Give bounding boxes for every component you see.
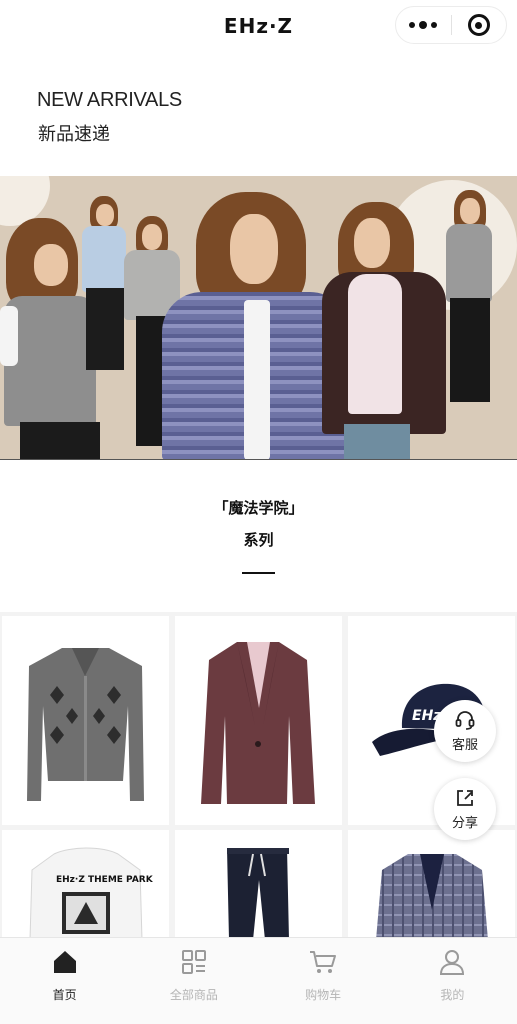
new-arrivals-banner[interactable]	[0, 176, 517, 460]
user-icon	[440, 950, 465, 975]
tab-home[interactable]: 首页	[0, 938, 129, 1024]
product-card[interactable]	[2, 616, 169, 825]
share-label: 分享	[451, 816, 478, 831]
product-card[interactable]: EHz·Z THEME PARK	[2, 830, 169, 940]
mini-program-capsule	[395, 6, 507, 44]
headset-icon	[455, 711, 475, 730]
share-icon	[457, 790, 473, 806]
tab-label: 我的	[440, 988, 465, 1002]
tab-label: 全部商品	[169, 988, 218, 1002]
grid-icon	[181, 950, 206, 974]
tab-profile[interactable]: 我的	[388, 938, 517, 1024]
series-divider	[242, 572, 275, 574]
cart-icon	[310, 951, 337, 973]
share-button[interactable]: 分享	[434, 778, 496, 840]
home-icon	[53, 951, 76, 973]
banner-model	[444, 190, 502, 404]
product-card[interactable]	[175, 830, 342, 940]
product-image-trousers	[227, 848, 289, 940]
series-subtitle: 系列	[243, 531, 274, 549]
banner-model	[322, 202, 448, 459]
product-card[interactable]	[175, 616, 342, 825]
tab-cart[interactable]: 购物车	[259, 938, 388, 1024]
svg-text:EHz·Z THEME PARK: EHz·Z THEME PARK	[56, 875, 154, 885]
tab-label: 购物车	[305, 988, 342, 1002]
top-bar: EHz·Z	[0, 0, 517, 56]
tab-all-products[interactable]: 全部商品	[129, 938, 258, 1024]
product-image-cardigan	[27, 648, 144, 801]
product-image-plaid-blazer	[376, 854, 488, 940]
customer-service-label: 客服	[451, 738, 478, 753]
bottom-tab-bar: 首页 全部商品 购物车 我的	[0, 937, 517, 1024]
new-arrivals-heading: NEW ARRIVALS	[37, 89, 182, 111]
product-image-graphic-tee: EHz·Z THEME PARK	[29, 847, 154, 940]
new-arrivals-subheading: 新品速递	[38, 124, 110, 145]
customer-service-button[interactable]: 客服	[434, 700, 496, 762]
product-card[interactable]	[348, 830, 515, 940]
close-mini-program-icon[interactable]	[451, 6, 506, 44]
tab-label: 首页	[52, 988, 77, 1002]
more-options-icon[interactable]	[396, 6, 451, 44]
series-title: 「魔法学院」	[213, 499, 304, 517]
product-image-blazer	[201, 642, 315, 804]
